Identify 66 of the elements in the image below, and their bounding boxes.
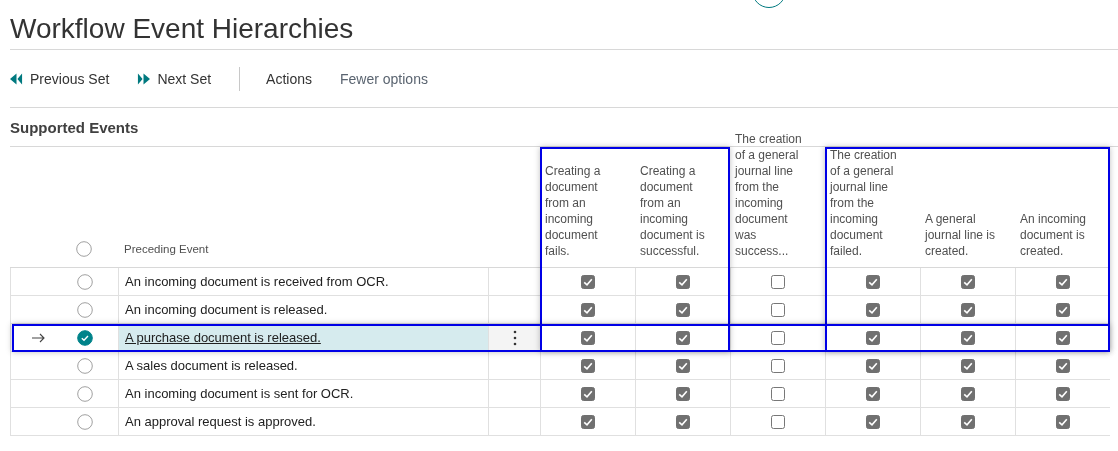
checkbox[interactable] xyxy=(1056,386,1070,401)
checkbox[interactable] xyxy=(866,386,880,401)
fewer-options-button[interactable]: Fewer options xyxy=(340,70,428,87)
column-header[interactable]: The creation of a general journal line from the incoming document was success... xyxy=(735,131,811,259)
row-select-radio[interactable] xyxy=(77,357,93,374)
checkbox[interactable] xyxy=(771,330,785,345)
column-header[interactable]: Preceding Event xyxy=(124,241,209,257)
column-header[interactable]: Creating a document from an incoming document fails. xyxy=(545,163,621,259)
page-title: Workflow Event Hierarchies xyxy=(10,0,1118,50)
next-icon xyxy=(137,72,151,85)
checkbox[interactable] xyxy=(771,358,785,373)
next-set-button[interactable]: Next Set xyxy=(137,70,212,87)
row-select-radio[interactable] xyxy=(77,273,93,290)
column-header[interactable]: Creating a document from an incoming document is successful. xyxy=(640,163,716,259)
checkbox[interactable] xyxy=(961,330,975,345)
checkbox[interactable] xyxy=(771,386,785,401)
checkbox[interactable] xyxy=(1056,274,1070,289)
checkbox[interactable] xyxy=(866,302,880,317)
table-cell xyxy=(488,268,540,296)
previous-set-button[interactable]: Previous Set xyxy=(10,70,110,87)
checkbox[interactable] xyxy=(676,386,690,401)
checkbox[interactable] xyxy=(581,414,595,429)
checkbox[interactable] xyxy=(961,386,975,401)
checkbox[interactable] xyxy=(771,302,785,317)
checkbox[interactable] xyxy=(866,414,880,429)
select-all-radio[interactable] xyxy=(76,241,92,257)
row-select-radio[interactable] xyxy=(77,385,93,402)
checkbox[interactable] xyxy=(1056,414,1070,429)
checkbox[interactable] xyxy=(676,274,690,289)
event-cell[interactable]: An incoming document is sent for OCR. xyxy=(118,380,488,408)
checkbox[interactable] xyxy=(581,274,595,289)
checkbox[interactable] xyxy=(866,330,880,345)
column-header[interactable]: The creation of a general journal line from the incoming document failed. xyxy=(830,147,906,259)
checkbox[interactable] xyxy=(961,358,975,373)
arrow-icon xyxy=(32,332,46,343)
event-cell[interactable]: An incoming document is received from OCR. xyxy=(118,268,488,296)
event-cell[interactable]: An incoming document is released. xyxy=(118,296,488,324)
checkbox[interactable] xyxy=(581,330,595,345)
row-select-radio[interactable] xyxy=(77,301,93,318)
event-cell[interactable]: An approval request is approved. xyxy=(118,408,488,436)
checkbox[interactable] xyxy=(866,274,880,289)
row-select-radio[interactable] xyxy=(77,413,93,430)
checkbox[interactable] xyxy=(581,358,595,373)
checkbox[interactable] xyxy=(771,414,785,429)
column-header[interactable]: A general journal line is created. xyxy=(925,211,1001,259)
row-select-radio[interactable] xyxy=(77,329,93,346)
checkbox[interactable] xyxy=(961,302,975,317)
checkbox[interactable] xyxy=(866,358,880,373)
previous-icon xyxy=(10,72,23,85)
checkbox[interactable] xyxy=(1056,330,1070,345)
checkbox[interactable] xyxy=(676,358,690,373)
actions-menu[interactable]: Actions xyxy=(266,70,312,87)
checkbox[interactable] xyxy=(1056,302,1070,317)
event-cell[interactable]: A sales document is released. xyxy=(118,352,488,380)
column-header[interactable]: An incoming document is created. xyxy=(1020,211,1096,259)
checkbox[interactable] xyxy=(1056,358,1070,373)
checkbox[interactable] xyxy=(961,274,975,289)
checkbox[interactable] xyxy=(771,274,785,289)
checkbox[interactable] xyxy=(961,414,975,429)
more-options-icon[interactable] xyxy=(512,329,517,346)
table-cell xyxy=(488,296,540,324)
checkbox[interactable] xyxy=(581,302,595,317)
checkbox[interactable] xyxy=(676,330,690,345)
checkbox[interactable] xyxy=(581,386,595,401)
checkbox[interactable] xyxy=(676,414,690,429)
checkbox[interactable] xyxy=(676,302,690,317)
